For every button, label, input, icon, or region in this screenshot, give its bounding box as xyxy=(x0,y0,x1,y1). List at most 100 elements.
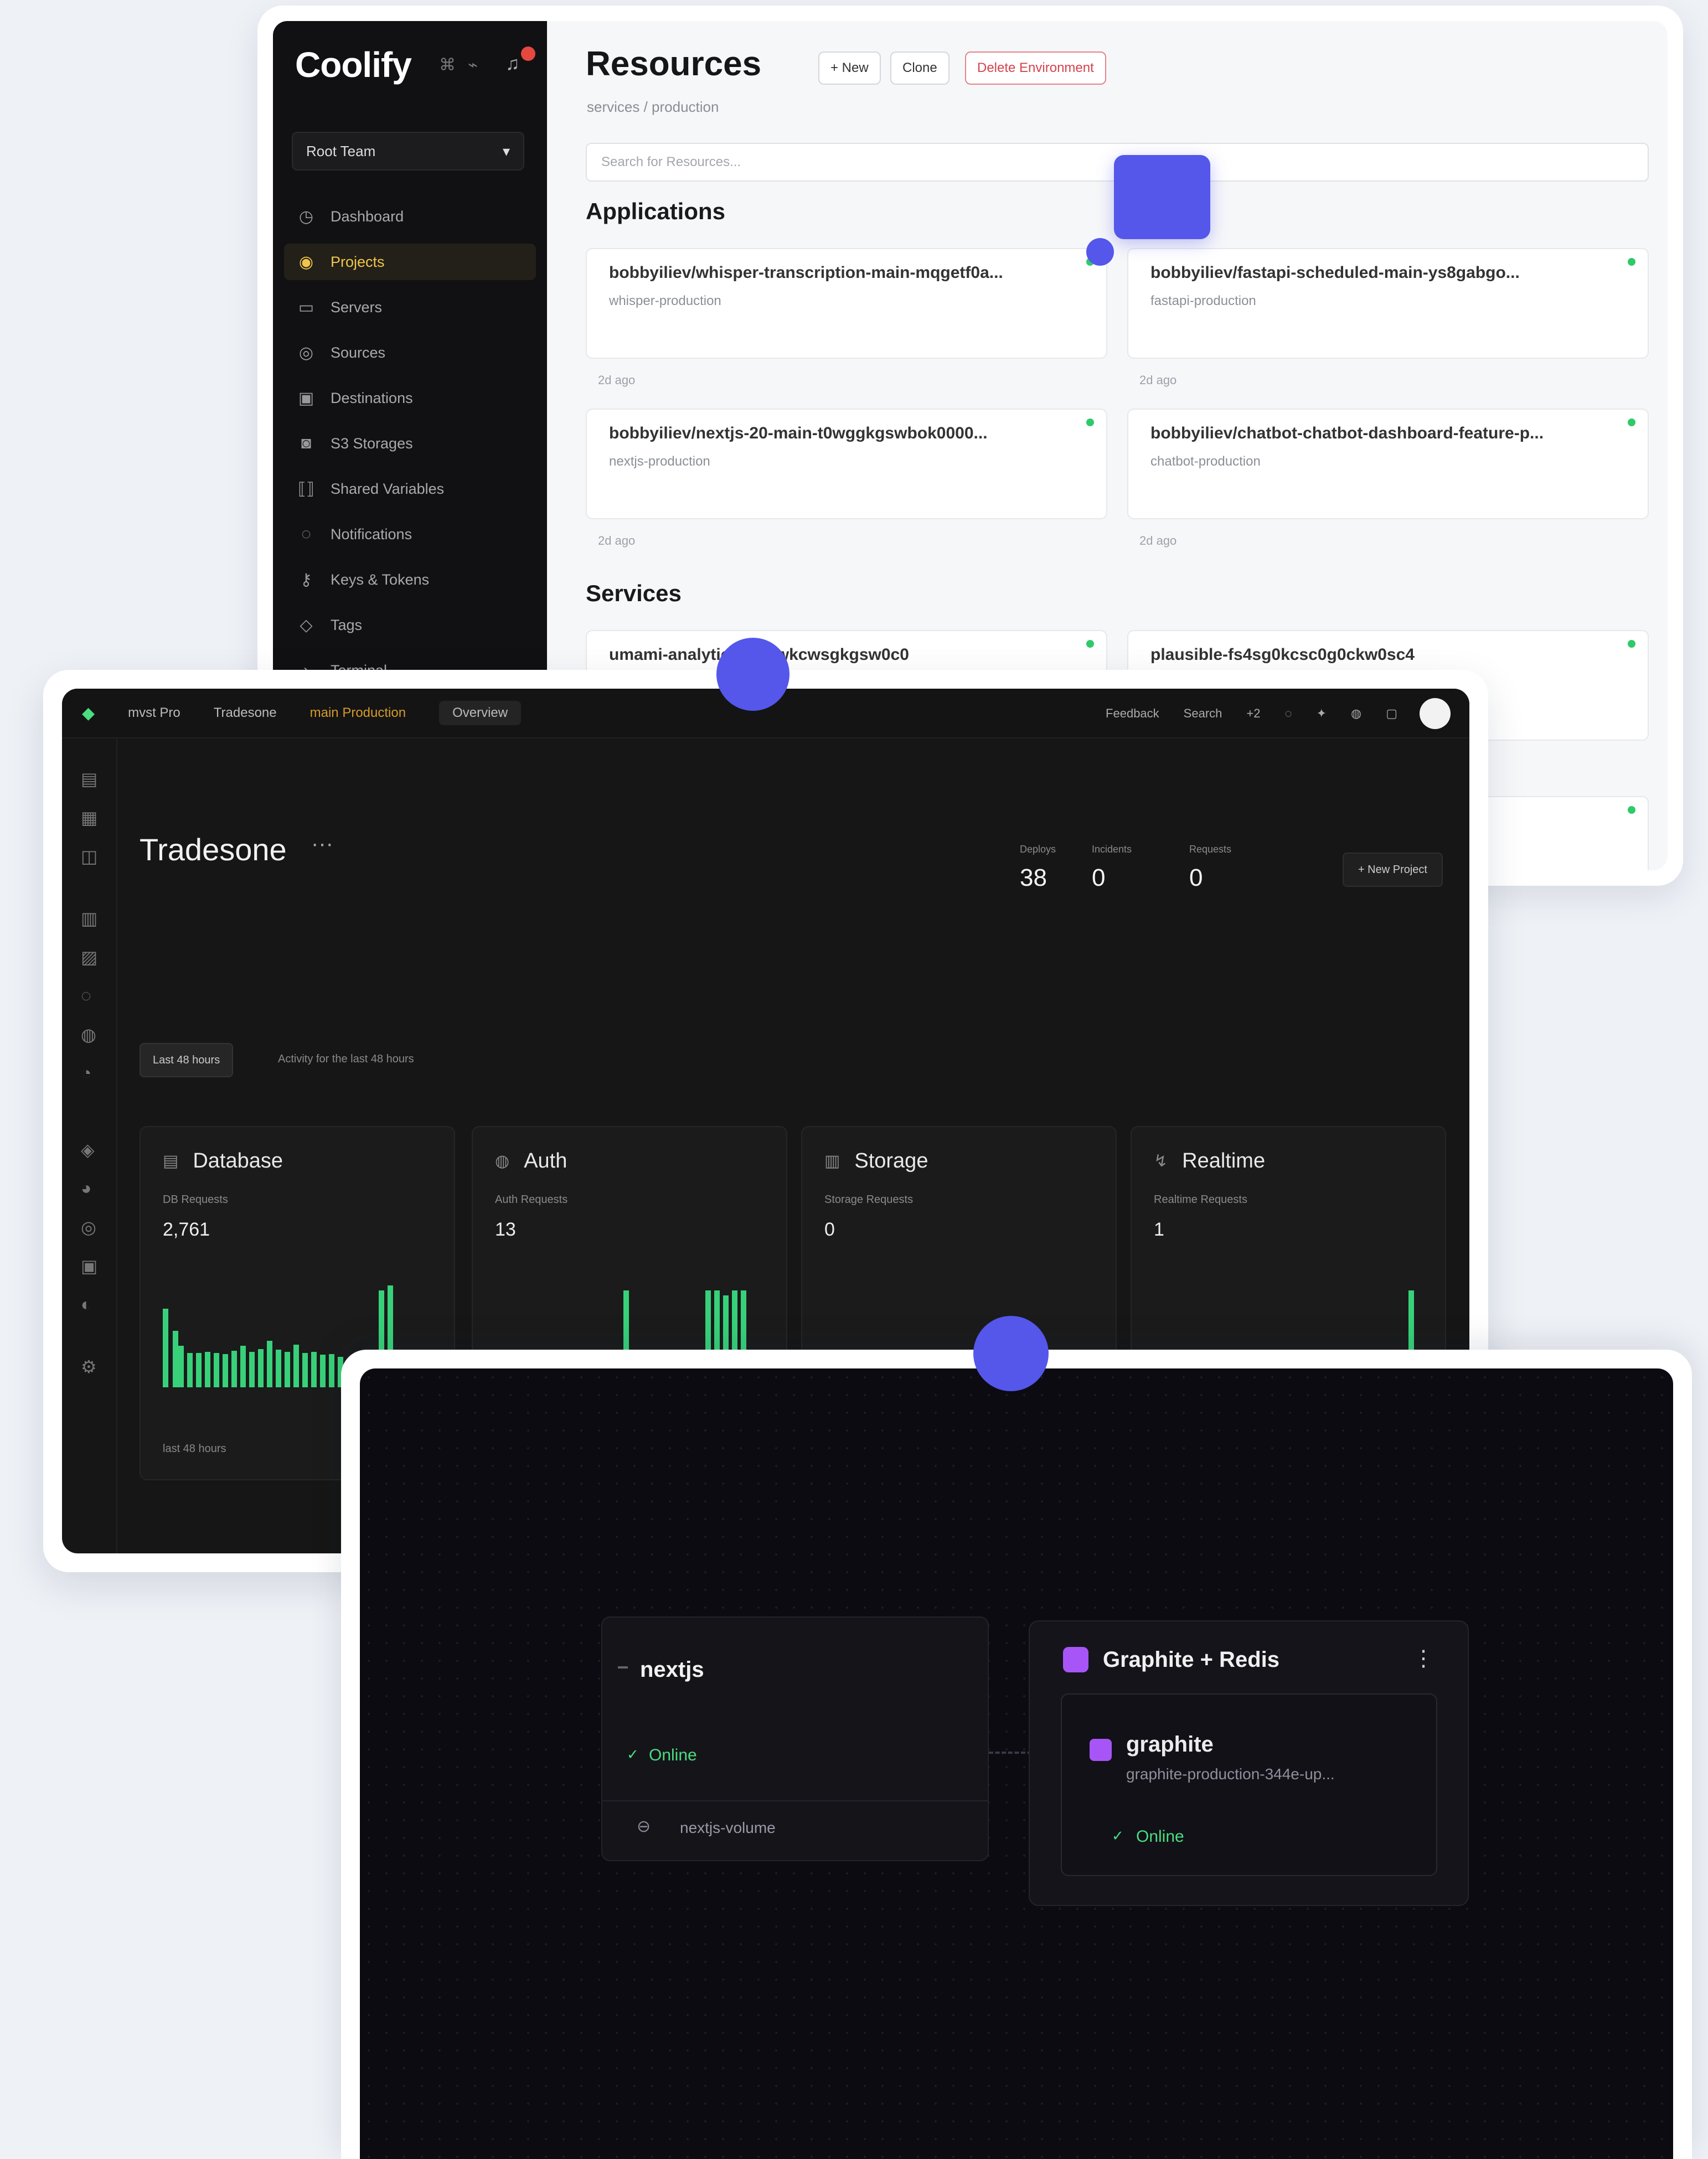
status-online: Online xyxy=(627,1746,697,1765)
api-icon[interactable]: ▣ xyxy=(81,1256,97,1277)
bell-icon[interactable]: ♫ xyxy=(505,53,520,75)
application-updated: 2d ago xyxy=(598,534,636,548)
tab-overview[interactable]: Overview xyxy=(439,701,522,725)
home-icon[interactable]: ▤ xyxy=(81,768,97,789)
notification-icon[interactable]: ✦ xyxy=(1317,706,1327,721)
card-title: Storage xyxy=(854,1149,928,1173)
reports-icon[interactable]: ◕ xyxy=(81,1178,91,1199)
home-icon: ◷ xyxy=(298,207,314,226)
realtime-icon: ↯ xyxy=(1154,1152,1168,1170)
avatar[interactable] xyxy=(1420,698,1451,729)
search-shortcut-badge: +2 xyxy=(1246,706,1261,720)
status-dot xyxy=(1628,258,1635,266)
auth-icon[interactable]: ▨ xyxy=(81,947,97,968)
card-value: 1 xyxy=(1154,1219,1164,1240)
more-vertical-icon[interactable]: ⋮ xyxy=(1412,1646,1434,1671)
settings-icon[interactable]: ◍ xyxy=(1351,706,1361,721)
application-card[interactable]: bobbyiliev/chatbot-chatbot-dashboard-fea… xyxy=(1127,409,1649,519)
sidebar-item-tags[interactable]: ◇ Tags xyxy=(284,607,536,643)
table-icon[interactable]: ▦ xyxy=(81,807,97,828)
connector-dot xyxy=(1086,238,1114,266)
more-icon[interactable]: ··· xyxy=(311,831,333,856)
application-card[interactable]: bobbyiliev/fastapi-scheduled-main-ys8gab… xyxy=(1127,248,1649,359)
sidebar-item-sources[interactable]: ◎ Sources xyxy=(284,334,536,371)
card-header: ▤ Database xyxy=(163,1149,283,1173)
advisor-icon[interactable]: ◈ xyxy=(81,1139,95,1160)
app-logo-icon[interactable]: ◆ xyxy=(82,704,95,723)
sidebar-item-label: Dashboard xyxy=(331,208,404,225)
application-card[interactable]: bobbyiliev/nextjs-20-main-t0wggkgswbok00… xyxy=(586,409,1107,519)
git-icon: ◎ xyxy=(298,343,314,362)
chart-bar xyxy=(285,1352,290,1387)
functions-icon[interactable]: ◍ xyxy=(81,1024,96,1045)
service-node-nextjs[interactable]: nextjs Online ⊖ nextjs-volume xyxy=(601,1616,989,1861)
sidebar-item-servers[interactable]: ▭ Servers xyxy=(284,289,536,326)
stat-incidents: Incidents 0 xyxy=(1092,844,1132,892)
filter-note: Activity for the last 48 hours xyxy=(278,1053,414,1065)
chart-bar xyxy=(249,1352,255,1387)
breadcrumb-project[interactable]: Tradesone xyxy=(214,705,277,721)
time-range-select[interactable]: Last 48 hours xyxy=(140,1043,234,1077)
card-value: 0 xyxy=(824,1219,835,1240)
sidebar-item-notifications[interactable]: ◌ Notifications xyxy=(284,516,536,552)
sidebar-item-s3-storages[interactable]: ◙ S3 Storages xyxy=(284,425,536,462)
command-icon[interactable]: ⌘ xyxy=(439,56,456,74)
application-description: chatbot-production xyxy=(1150,454,1261,469)
application-name: bobbyiliev/nextjs-20-main-t0wggkgswbok00… xyxy=(609,424,988,442)
canvas-window: nextjs Online ⊖ nextjs-volume Graphite +… xyxy=(341,1350,1692,2159)
settings-icon[interactable]: ⚙ xyxy=(81,1356,97,1377)
keyboard-icon[interactable]: ⌁ xyxy=(468,56,478,74)
chart-bar xyxy=(163,1309,168,1387)
realtime-icon[interactable]: ◔ xyxy=(81,1063,91,1083)
sidebar-item-dashboard[interactable]: ◷ Dashboard xyxy=(284,198,536,235)
sidebar-item-label: Sources xyxy=(331,344,386,361)
stat-label: Deploys xyxy=(1020,844,1056,855)
new-project-button[interactable]: + New Project xyxy=(1342,853,1443,887)
header-icons: ⌘ ⌁ xyxy=(439,55,490,75)
search-input[interactable]: Search xyxy=(1184,706,1222,721)
architecture-canvas[interactable]: nextjs Online ⊖ nextjs-volume Graphite +… xyxy=(360,1368,1673,2159)
chart-bar xyxy=(302,1353,308,1387)
service-name: umami-analytics-w0swkcwsgkgsw0c0 xyxy=(609,645,1074,664)
stat-value: 0 xyxy=(1189,864,1203,891)
lock-icon: ◍ xyxy=(495,1152,510,1170)
integrations-icon[interactable]: ◐ xyxy=(81,1294,91,1315)
sidebar-item-shared-variables[interactable]: ⟦⟧ Shared Variables xyxy=(284,471,536,507)
card-label: Auth Requests xyxy=(495,1194,568,1206)
clone-button[interactable]: Clone xyxy=(890,51,950,85)
database-icon: ▤ xyxy=(163,1152,179,1170)
sidebar-item-label: Notifications xyxy=(331,525,412,543)
card-header: ↯ Realtime xyxy=(1154,1149,1265,1173)
page-title: Resources xyxy=(586,45,762,83)
delete-environment-button[interactable]: Delete Environment xyxy=(965,51,1106,85)
tag-icon: ◇ xyxy=(300,616,313,634)
help-icon[interactable]: ◌ xyxy=(1284,706,1292,721)
card-header: ▥ Storage xyxy=(824,1149,928,1173)
team-selector[interactable]: Root Team ▾ xyxy=(292,132,524,171)
feedback-button[interactable]: Feedback xyxy=(1106,706,1159,721)
editor-icon[interactable]: ◫ xyxy=(81,846,97,867)
logs-icon[interactable]: ◎ xyxy=(81,1217,96,1238)
chart-bar xyxy=(205,1352,210,1387)
grid-icon[interactable]: ▢ xyxy=(1386,706,1397,721)
new-button[interactable]: + New xyxy=(818,51,881,85)
group-node[interactable]: Graphite + Redis ⋮ graphite graphite-pro… xyxy=(1029,1620,1469,1906)
application-card[interactable]: bobbyiliev/whisper-transcription-main-mq… xyxy=(586,248,1107,359)
stat-value: 38 xyxy=(1020,864,1047,891)
breadcrumb-org[interactable]: mvst Pro xyxy=(128,705,180,721)
card-title: Database xyxy=(193,1149,283,1173)
breadcrumb-branch[interactable]: main Production xyxy=(310,705,406,721)
database-icon: ◙ xyxy=(301,434,312,452)
card-header: ◍ Auth xyxy=(495,1149,567,1173)
sidebar-item-keys-tokens[interactable]: ⚷ Keys & Tokens xyxy=(284,561,536,598)
sidebar-item-label: Servers xyxy=(331,298,383,316)
applications-heading: Applications xyxy=(586,198,726,224)
sidebar-item-projects[interactable]: ◉ Projects xyxy=(284,244,536,280)
database-icon[interactable]: ▥ xyxy=(81,908,97,929)
volume-name[interactable]: nextjs-volume xyxy=(680,1819,776,1837)
group-name: Graphite + Redis xyxy=(1103,1647,1279,1672)
storage-icon[interactable]: ◌ xyxy=(81,985,91,1006)
sidebar-item-destinations[interactable]: ▣ Destinations xyxy=(284,380,536,416)
sidebar-item-label: Projects xyxy=(331,253,385,270)
service-node-graphite[interactable]: graphite graphite-production-344e-up... … xyxy=(1061,1693,1437,1876)
